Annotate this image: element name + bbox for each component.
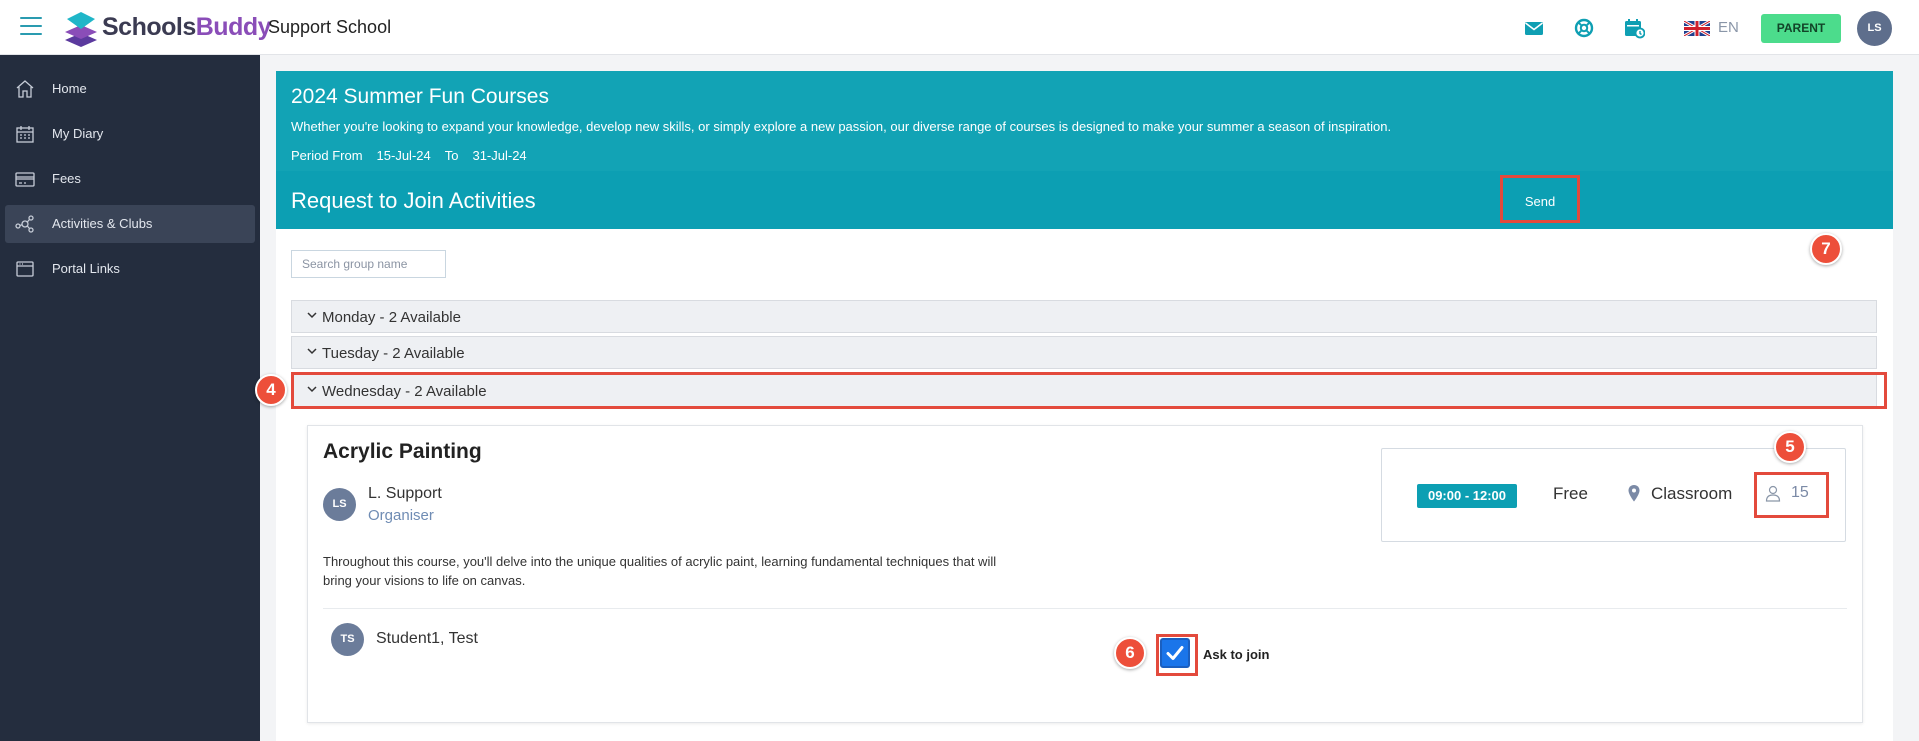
brand-part-1: Schools	[102, 13, 196, 41]
send-request-button[interactable]: Send Request	[1500, 175, 1580, 257]
day-group-tuesday[interactable]: Tuesday - 2 Available	[291, 336, 1877, 369]
sidebar-item-label: Activities & Clubs	[52, 216, 153, 231]
schoolsbuddy-logo	[65, 12, 97, 47]
sidebar-item-my-diary[interactable]: My Diary	[5, 115, 255, 153]
window-icon	[16, 261, 34, 277]
calendar-alert-icon[interactable]	[1623, 17, 1645, 39]
student-avatar: TS	[331, 623, 364, 656]
support-icon[interactable]	[1573, 17, 1595, 39]
menu-icon[interactable]	[20, 17, 42, 37]
home-icon	[16, 80, 34, 98]
organiser-avatar: LS	[323, 488, 356, 521]
divider	[323, 608, 1847, 609]
time-badge: 09:00 - 12:00	[1417, 484, 1517, 508]
sidebar: Home My Diary Fees Activities & Clubs Po…	[0, 55, 260, 741]
chevron-down-icon	[307, 348, 317, 355]
sidebar-item-activities-clubs[interactable]: Activities & Clubs	[5, 205, 255, 243]
course-banner: 2024 Summer Fun Courses Whether you're l…	[276, 71, 1893, 171]
role-button[interactable]: PARENT	[1761, 14, 1841, 43]
uk-flag-icon[interactable]	[1684, 21, 1710, 36]
sidebar-item-fees[interactable]: Fees	[5, 160, 255, 198]
period-to-label: To	[444, 148, 459, 163]
course-period: Period From 15-Jul-24 To 31-Jul-24	[291, 148, 541, 163]
step-marker-7: 7	[1810, 233, 1842, 265]
user-avatar[interactable]: LS	[1857, 11, 1892, 46]
period-from-label: Period From	[291, 148, 363, 163]
period-from-date: 15-Jul-24	[376, 148, 431, 163]
ask-to-join-label[interactable]: Ask to join	[1203, 647, 1269, 662]
chevron-down-icon	[307, 312, 317, 319]
mail-icon[interactable]	[1523, 17, 1545, 39]
sidebar-item-label: My Diary	[52, 126, 104, 141]
top-bar: SchoolsBuddy Support School EN PARENT LS	[0, 0, 1919, 55]
network-icon	[15, 215, 34, 233]
highlight-checkbox	[1156, 634, 1198, 676]
brand-part-2: Buddy	[195, 13, 272, 41]
step-marker-5: 5	[1774, 431, 1806, 463]
course-title: 2024 Summer Fun Courses	[291, 85, 549, 108]
day-group-label: Tuesday - 2 Available	[322, 345, 465, 362]
day-group-label: Monday - 2 Available	[322, 309, 461, 326]
location-pin-icon	[1628, 485, 1640, 502]
day-group-monday[interactable]: Monday - 2 Available	[291, 300, 1877, 333]
request-bar: Request to Join Activities	[276, 171, 1893, 229]
highlight-capacity	[1754, 472, 1829, 518]
period-to-date: 31-Jul-24	[472, 148, 527, 163]
search-group-input[interactable]	[291, 250, 446, 278]
school-name: Support School	[268, 17, 392, 37]
sidebar-item-label: Home	[52, 81, 87, 96]
card-icon	[15, 172, 35, 187]
organiser-name: L. Support	[368, 485, 442, 502]
price-label: Free	[1553, 484, 1588, 503]
activity-description: Throughout this course, you'll delve int…	[323, 554, 997, 588]
location-label: Classroom	[1651, 484, 1733, 503]
activity-title: Acrylic Painting	[323, 440, 482, 463]
sidebar-item-label: Portal Links	[52, 261, 120, 276]
highlight-wednesday	[291, 372, 1887, 409]
course-description: Whether you're looking to expand your kn…	[291, 119, 1392, 134]
step-marker-4: 4	[255, 374, 287, 406]
calendar-icon	[16, 126, 34, 143]
sidebar-item-home[interactable]: Home	[5, 70, 255, 108]
scrollbar[interactable]	[1902, 55, 1919, 741]
organiser-role: Organiser	[368, 507, 434, 524]
sidebar-item-portal-links[interactable]: Portal Links	[5, 250, 255, 288]
sidebar-item-label: Fees	[52, 171, 81, 186]
request-title: Request to Join Activities	[291, 188, 536, 213]
brand-name: SchoolsBuddy	[102, 13, 272, 42]
step-marker-6: 6	[1114, 637, 1146, 669]
student-name: Student1, Test	[376, 630, 478, 647]
language-label[interactable]: EN	[1718, 19, 1739, 36]
